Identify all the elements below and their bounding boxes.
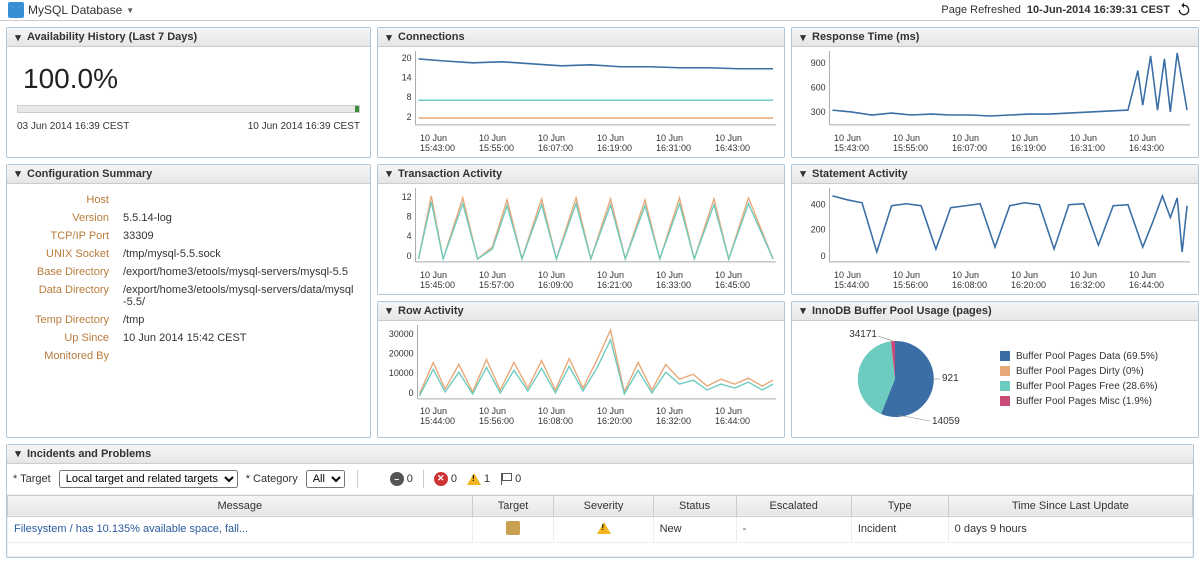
svg-text:900: 900 (811, 58, 826, 68)
collapse-icon[interactable]: ▾ (798, 169, 808, 179)
svg-text:4: 4 (407, 231, 412, 241)
refresh-timestamp: 10-Jun-2014 16:39:31 CEST (1027, 4, 1170, 16)
svg-text:0: 0 (407, 251, 412, 261)
status-flag[interactable]: 0 (500, 473, 521, 485)
panel-title: Response Time (ms) (812, 31, 919, 43)
svg-text:200: 200 (811, 224, 826, 234)
collapse-icon[interactable]: ▾ (798, 32, 808, 42)
panel-title: Incidents and Problems (27, 448, 151, 460)
incidents-panel: ▾ Incidents and Problems * Target Local … (6, 444, 1194, 558)
availability-start: 03 Jun 2014 16:39 CEST (17, 121, 129, 132)
collapse-icon[interactable]: ▾ (384, 32, 394, 42)
database-icon (8, 2, 24, 18)
row-activity-panel: ▾ Row Activity 30000 20000 10000 0 10 Ju… (377, 301, 785, 438)
innodb-legend: Buffer Pool Pages Data (69.5%) Buffer Po… (1000, 347, 1158, 411)
status-critical[interactable]: ✕0 (434, 472, 457, 486)
connections-chart: 20 14 8 2 (384, 51, 778, 130)
error-icon: ✕ (434, 472, 448, 486)
target-filter-label: * Target (13, 473, 51, 485)
incident-status: New (653, 516, 736, 542)
warning-icon (597, 522, 611, 534)
collapse-icon[interactable]: ▾ (13, 169, 23, 179)
target-menu[interactable]: MySQL Database ▼ (8, 2, 134, 18)
availability-panel: ▾ Availability History (Last 7 Days) 100… (6, 27, 371, 158)
col-target[interactable]: Target (472, 495, 554, 516)
incident-escalated: - (736, 516, 851, 542)
panel-title: Configuration Summary (27, 168, 152, 180)
col-time[interactable]: Time Since Last Update (948, 495, 1192, 516)
svg-text:300: 300 (811, 107, 826, 117)
table-row (8, 542, 1193, 556)
category-filter-label: * Category (246, 473, 298, 485)
refresh-label: Page Refreshed (941, 4, 1021, 16)
collapse-icon[interactable]: ▾ (13, 449, 23, 459)
col-status[interactable]: Status (653, 495, 736, 516)
dropdown-icon: ▼ (126, 6, 134, 15)
host-icon (506, 521, 520, 535)
col-escalated[interactable]: Escalated (736, 495, 851, 516)
transaction-chart: 12 8 4 0 (384, 188, 778, 267)
svg-text:400: 400 (811, 199, 826, 209)
svg-text:12: 12 (402, 192, 412, 202)
collapse-icon[interactable]: ▾ (384, 306, 394, 316)
status-clear[interactable]: –0 (390, 472, 413, 486)
svg-text:0: 0 (409, 388, 414, 398)
panel-title: Availability History (Last 7 Days) (27, 31, 197, 43)
svg-text:30000: 30000 (389, 328, 414, 338)
availability-bar (17, 105, 360, 113)
flag-icon (500, 473, 512, 485)
panel-title: Transaction Activity (398, 168, 502, 180)
svg-text:0: 0 (821, 251, 826, 261)
svg-text:600: 600 (811, 82, 826, 92)
config-table: Host Version5.5.14-log TCP/IP Port33309 … (13, 190, 364, 366)
col-type[interactable]: Type (851, 495, 948, 516)
svg-text:8: 8 (407, 211, 412, 221)
svg-text:2: 2 (407, 112, 412, 122)
panel-title: Statement Activity (812, 168, 908, 180)
collapse-icon[interactable]: ▾ (798, 306, 808, 316)
incident-time: 0 days 9 hours (948, 516, 1192, 542)
svg-text:34171: 34171 (849, 329, 877, 340)
svg-text:14: 14 (402, 73, 412, 83)
status-warning[interactable]: 1 (467, 473, 490, 485)
svg-text:921: 921 (942, 373, 959, 384)
col-message[interactable]: Message (8, 495, 473, 516)
statement-panel: ▾ Statement Activity 400 200 0 10 Jun 15… (791, 164, 1199, 295)
response-time-panel: ▾ Response Time (ms) 900 600 300 10 Jun … (791, 27, 1199, 158)
availability-end: 10 Jun 2014 16:39 CEST (248, 121, 360, 132)
incidents-table: Message Target Severity Status Escalated… (7, 495, 1193, 557)
minus-icon: – (390, 472, 404, 486)
top-bar: MySQL Database ▼ Page Refreshed 10-Jun-2… (0, 0, 1200, 21)
col-severity[interactable]: Severity (554, 495, 653, 516)
statement-chart: 400 200 0 (798, 188, 1192, 267)
row-chart: 30000 20000 10000 0 (384, 325, 778, 404)
availability-value: 100.0% (13, 53, 364, 101)
svg-text:8: 8 (407, 92, 412, 102)
table-row[interactable]: Filesystem / has 10.135% available space… (8, 516, 1193, 542)
response-chart: 900 600 300 (798, 51, 1192, 130)
svg-text:20000: 20000 (389, 348, 414, 358)
incident-type: Incident (851, 516, 948, 542)
incident-message-link[interactable]: Filesystem / has 10.135% available space… (14, 523, 248, 535)
svg-text:20: 20 (402, 53, 412, 63)
svg-text:10000: 10000 (389, 368, 414, 378)
refresh-icon[interactable] (1176, 2, 1192, 18)
category-filter-select[interactable]: All (306, 470, 345, 488)
page-title: MySQL Database (28, 3, 122, 17)
transaction-panel: ▾ Transaction Activity 12 8 4 0 10 Jun 1… (377, 164, 785, 295)
panel-title: Connections (398, 31, 465, 43)
innodb-panel: ▾ InnoDB Buffer Pool Usage (pages) 34171… (791, 301, 1199, 438)
target-filter-select[interactable]: Local target and related targets (59, 470, 238, 488)
warning-icon (467, 473, 481, 485)
svg-text:14059: 14059 (932, 416, 960, 427)
innodb-pie: 34171 921 14059 (800, 329, 980, 429)
collapse-icon[interactable]: ▾ (384, 169, 394, 179)
collapse-icon[interactable]: ▾ (13, 32, 23, 42)
config-panel: ▾ Configuration Summary Host Version5.5.… (6, 164, 371, 438)
connections-panel: ▾ Connections 20 14 8 2 10 Jun 15:43:00 … (377, 27, 785, 158)
panel-title: Row Activity (398, 305, 464, 317)
panel-title: InnoDB Buffer Pool Usage (pages) (812, 305, 992, 317)
